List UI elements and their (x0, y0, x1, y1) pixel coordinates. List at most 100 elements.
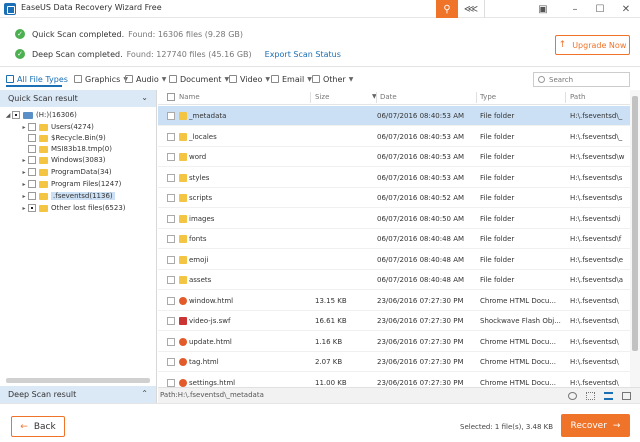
upgrade-now-button[interactable]: ↑ Upgrade Now (555, 35, 630, 55)
expand-arrow-icon[interactable]: ▸ (20, 205, 28, 212)
expand-arrow-icon[interactable]: ▸ (20, 169, 28, 176)
recover-button[interactable]: Recover → (561, 414, 630, 437)
tree-node-windows[interactable]: ▸ Windows(3083) (20, 155, 106, 165)
table-row[interactable]: styles 06/07/2016 08:40:53 AM File folder H… (158, 168, 630, 188)
search-input[interactable] (549, 75, 624, 84)
tree-node-fseventsd[interactable]: ▸ .fseventsd(1136) (20, 191, 115, 201)
tile-view-icon[interactable] (622, 392, 631, 400)
tree-checkbox[interactable] (12, 111, 20, 119)
tree-node-drive-h[interactable]: ◢ (H:)(16306) (4, 110, 77, 120)
tree-checkbox[interactable] (28, 204, 36, 212)
row-checkbox[interactable] (167, 132, 175, 141)
quick-scan-result-header[interactable]: Quick Scan result ⌄ (0, 90, 156, 107)
table-row[interactable]: tag.html 2.07 KB 23/06/2016 07:27:30 PM Chr… (158, 352, 630, 372)
select-all-checkbox[interactable] (167, 93, 175, 101)
tree-checkbox[interactable] (28, 156, 36, 164)
arrow-right-icon: → (612, 420, 621, 431)
column-header-type[interactable]: Type (480, 93, 496, 101)
expand-arrow-icon[interactable]: ▸ (20, 181, 28, 188)
tree-checkbox[interactable] (28, 123, 36, 131)
deep-scan-result-header[interactable]: Deep Scan result ⌃ (0, 386, 156, 403)
table-row[interactable]: scripts 06/07/2016 08:40:52 AM File folder… (158, 188, 630, 208)
search-key-icon[interactable]: ⚲ (436, 0, 458, 18)
table-row[interactable]: video-js.swf 16.61 KB 23/06/2016 07:27:30 … (158, 311, 630, 331)
maximize-icon[interactable]: ☐ (587, 0, 613, 18)
table-row[interactable]: window.html 13.15 KB 23/06/2016 07:27:30 P… (158, 291, 630, 311)
table-row[interactable]: settings.html 11.00 KB 23/06/2016 07:27:30… (158, 373, 630, 388)
tree-node-program-files[interactable]: ▸ Program Files(1247) (20, 179, 121, 189)
column-header-path[interactable]: Path (570, 93, 585, 101)
row-checkbox[interactable] (167, 337, 175, 346)
column-divider[interactable] (565, 92, 566, 103)
table-row[interactable]: fonts 06/07/2016 08:40:48 AM File folder H:… (158, 229, 630, 249)
filter-tab-all[interactable]: All File Types (6, 72, 68, 86)
list-view-icon[interactable] (604, 392, 613, 400)
row-checkbox[interactable] (167, 235, 175, 243)
file-type: File folder (480, 173, 515, 182)
expand-arrow-icon[interactable]: ▸ (20, 193, 28, 200)
filter-tab-audio[interactable]: Audio ▼ (125, 72, 166, 86)
tree-checkbox[interactable] (28, 180, 36, 188)
preview-eye-icon[interactable] (568, 392, 577, 400)
column-header-date[interactable]: Date (380, 93, 397, 101)
tree-checkbox[interactable] (28, 168, 36, 176)
row-checkbox[interactable] (167, 378, 175, 387)
active-tab-underline (6, 85, 62, 87)
row-checkbox[interactable] (167, 153, 175, 161)
tree-node-programdata[interactable]: ▸ ProgramData(34) (20, 167, 112, 177)
filter-tab-other[interactable]: Other ▼ (312, 72, 353, 86)
filter-tab-document[interactable]: Document ▼ (169, 72, 229, 86)
row-checkbox[interactable] (167, 296, 175, 305)
export-scan-status-link[interactable]: Export Scan Status (265, 50, 341, 59)
filter-tab-graphics[interactable]: Graphics ▼ (74, 72, 128, 86)
scrollbar-thumb[interactable] (632, 96, 638, 351)
column-header-size[interactable]: Size (315, 93, 329, 101)
row-checkbox[interactable] (167, 214, 175, 223)
file-list-vertical-scrollbar[interactable] (630, 90, 640, 387)
row-checkbox[interactable] (167, 112, 175, 120)
tree-node-other-lost-files[interactable]: ▸ Other lost files(6523) (20, 203, 126, 213)
table-row[interactable]: assets 06/07/2016 08:40:48 AM File folder H… (158, 270, 630, 290)
search-box[interactable] (533, 72, 630, 87)
row-checkbox[interactable] (167, 276, 175, 284)
row-checkbox[interactable] (167, 358, 175, 366)
column-header-name[interactable]: Name (179, 93, 200, 101)
arrow-left-icon: ← (20, 421, 28, 432)
minimize-icon[interactable]: – (562, 0, 588, 18)
row-checkbox[interactable] (167, 317, 175, 325)
column-divider[interactable] (376, 92, 377, 103)
table-row[interactable]: _metadata 06/07/2016 08:40:53 AM File fold… (158, 106, 630, 126)
share-icon[interactable]: ⋘ (458, 0, 484, 18)
tree-checkbox[interactable] (28, 145, 36, 153)
row-checkbox[interactable] (167, 194, 175, 202)
tree-node-users[interactable]: ▸ Users(4274) (20, 122, 94, 132)
tree-horizontal-scrollbar[interactable] (6, 378, 150, 383)
grid-view-icon[interactable] (586, 392, 595, 400)
expand-arrow-icon[interactable]: ▸ (20, 124, 28, 131)
file-type-filter-bar: All File Types Graphics ▼ Audio ▼ Docume… (0, 68, 640, 88)
file-type: File folder (480, 194, 515, 202)
tree-node-msi-tmp[interactable]: MSI83b18.tmp(0) (20, 144, 112, 154)
tree-checkbox[interactable] (28, 134, 36, 142)
column-divider[interactable] (310, 92, 311, 103)
expand-arrow-icon[interactable]: ▸ (20, 157, 28, 164)
filter-tab-email[interactable]: Email ▼ (271, 72, 312, 86)
file-path: H:\.fseventsd\ (570, 317, 619, 325)
row-checkbox[interactable] (167, 255, 175, 264)
close-icon[interactable]: ✕ (613, 0, 639, 18)
table-row[interactable]: _locales 06/07/2016 08:40:53 AM File folde… (158, 127, 630, 147)
collapse-arrow-icon[interactable]: ◢ (4, 112, 12, 119)
table-row[interactable]: emoji 06/07/2016 08:40:48 AM File folder H:… (158, 250, 630, 270)
filter-tab-video[interactable]: Video ▼ (229, 72, 270, 86)
column-divider[interactable] (476, 92, 477, 103)
search-icon (538, 76, 545, 83)
tree-checkbox[interactable] (28, 192, 36, 200)
file-date: 06/07/2016 08:40:50 AM (377, 214, 465, 223)
back-button[interactable]: ← Back (11, 416, 65, 437)
menu-icon[interactable]: ▣ (530, 0, 556, 18)
table-row[interactable]: word 06/07/2016 08:40:53 AM File folder H:\… (158, 147, 630, 167)
table-row[interactable]: images 06/07/2016 08:40:50 AM File folder H… (158, 209, 630, 229)
table-row[interactable]: update.html 1.16 KB 23/06/2016 07:27:30 PM… (158, 332, 630, 352)
tree-node-recycle-bin[interactable]: $Recycle.Bin(9) (20, 133, 106, 143)
row-checkbox[interactable] (167, 173, 175, 182)
